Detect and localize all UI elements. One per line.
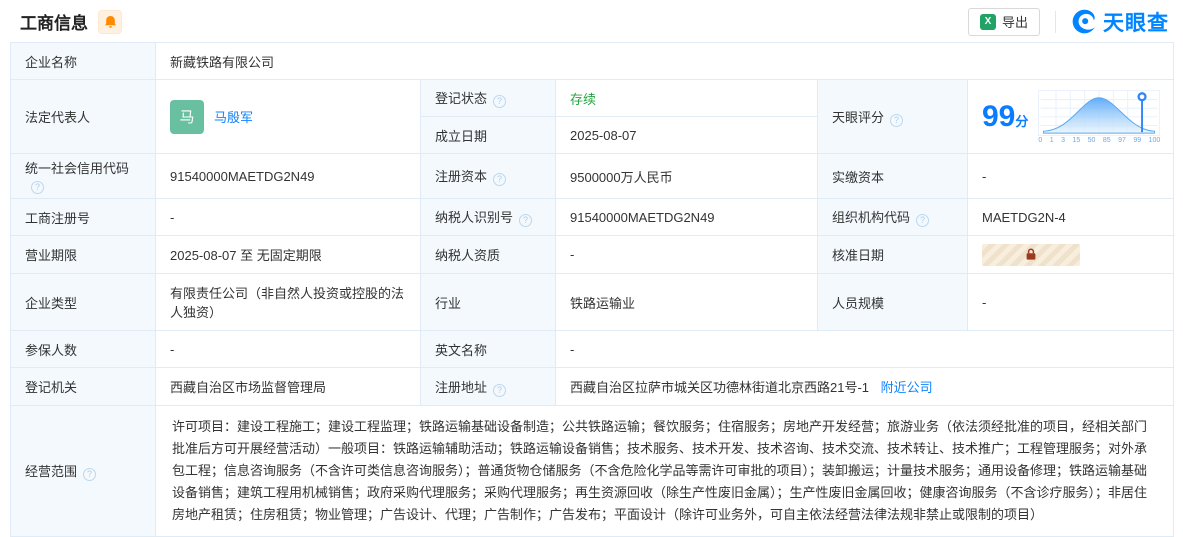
locked-value[interactable]	[982, 244, 1080, 266]
nearby-companies-link[interactable]: 附近公司	[881, 380, 933, 395]
page-title: 工商信息	[20, 9, 88, 34]
export-label: 导出	[1002, 12, 1028, 31]
label-company-type: 企业类型	[11, 274, 156, 331]
label-credit-code: 统一社会信用代码?	[11, 154, 156, 199]
lock-icon	[1025, 248, 1037, 261]
label-english-name: 英文名称	[421, 331, 556, 368]
divider	[1055, 11, 1056, 33]
bell-curve-chart	[1038, 90, 1160, 136]
legal-rep-link[interactable]: 马殷军	[214, 107, 253, 126]
label-reg-authority: 登记机关	[11, 368, 156, 406]
address-text: 西藏自治区拉萨市城关区功德林街道北京西路21号-1	[570, 380, 869, 395]
value-english-name: -	[556, 331, 1174, 368]
monitor-bell-icon[interactable]	[98, 10, 122, 34]
label-paid-capital: 实缴资本	[818, 154, 968, 199]
label-taxpayer-id: 纳税人识别号?	[421, 199, 556, 236]
score-number: 99	[982, 100, 1015, 133]
chart-x-ticks: 0131550859799100	[1038, 137, 1160, 144]
value-reg-authority: 西藏自治区市场监督管理局	[156, 368, 421, 406]
label-reg-number: 工商注册号	[11, 199, 156, 236]
help-icon[interactable]: ?	[83, 468, 96, 481]
label-approval-date: 核准日期	[818, 236, 968, 274]
tianyancha-logo[interactable]: 天眼查	[1071, 7, 1169, 37]
value-insured-count: -	[156, 331, 421, 368]
value-taxpayer-id: 91540000MAETDG2N49	[556, 199, 818, 236]
help-icon[interactable]: ?	[493, 173, 506, 186]
value-business-term: 2025-08-07 至 无固定期限	[156, 236, 421, 274]
value-establish-date: 2025-08-07	[556, 117, 818, 154]
legal-rep-avatar[interactable]: 马	[170, 100, 204, 134]
label-insured-count: 参保人数	[11, 331, 156, 368]
label-tianyan-score: 天眼评分?	[818, 80, 968, 154]
help-icon[interactable]: ?	[493, 384, 506, 397]
excel-icon: X	[980, 14, 996, 30]
tianyancha-logo-icon	[1071, 8, 1098, 35]
value-taxpayer-qualification: -	[556, 236, 818, 274]
value-reg-number: -	[156, 199, 421, 236]
value-paid-capital: -	[968, 154, 1174, 199]
help-icon[interactable]: ?	[493, 95, 506, 108]
business-info-table: 企业名称 新藏铁路有限公司 法定代表人 马 马殷军 登记状态? 存续 天眼评分?…	[10, 42, 1174, 537]
value-staff-size: -	[968, 274, 1174, 331]
bell-icon	[104, 15, 117, 29]
label-legal-rep: 法定代表人	[11, 80, 156, 154]
value-legal-rep: 马 马殷军	[156, 80, 421, 154]
label-reg-address: 注册地址?	[421, 368, 556, 406]
section-header: 工商信息 X 导出 天眼查	[0, 0, 1183, 42]
score-unit: 分	[1015, 114, 1028, 129]
brand-name: 天眼查	[1103, 7, 1169, 37]
label-company-name: 企业名称	[11, 43, 156, 80]
label-establish-date: 成立日期	[421, 117, 556, 154]
value-reg-status: 存续	[556, 80, 818, 117]
label-taxpayer-qualification: 纳税人资质	[421, 236, 556, 274]
help-icon[interactable]: ?	[519, 214, 532, 227]
label-org-code: 组织机构代码?	[818, 199, 968, 236]
label-reg-status: 登记状态?	[421, 80, 556, 117]
label-business-term: 营业期限	[11, 236, 156, 274]
help-icon[interactable]: ?	[890, 114, 903, 127]
value-industry: 铁路运输业	[556, 274, 818, 331]
value-company-type: 有限责任公司（非自然人投资或控股的法人独资）	[156, 274, 421, 331]
help-icon[interactable]: ?	[31, 181, 44, 194]
value-org-code: MAETDG2N-4	[968, 199, 1174, 236]
score-distribution-chart: 0131550859799100	[1038, 90, 1160, 144]
value-reg-address: 西藏自治区拉萨市城关区功德林街道北京西路21号-1 附近公司	[556, 368, 1174, 406]
value-approval-date	[968, 236, 1174, 274]
label-industry: 行业	[421, 274, 556, 331]
help-icon[interactable]: ?	[916, 214, 929, 227]
value-reg-capital: 9500000万人民币	[556, 154, 818, 199]
value-credit-code: 91540000MAETDG2N49	[156, 154, 421, 199]
value-company-name: 新藏铁路有限公司	[156, 43, 1174, 80]
export-button[interactable]: X 导出	[968, 8, 1040, 36]
label-reg-capital: 注册资本?	[421, 154, 556, 199]
value-tianyan-score[interactable]: 99分	[968, 80, 1174, 154]
label-staff-size: 人员规模	[818, 274, 968, 331]
status-badge: 存续	[570, 92, 596, 107]
label-business-scope: 经营范围?	[11, 406, 156, 537]
value-business-scope: 许可项目：建设工程施工；建设工程监理；铁路运输基础设备制造；公共铁路运输；餐饮服…	[156, 406, 1174, 537]
